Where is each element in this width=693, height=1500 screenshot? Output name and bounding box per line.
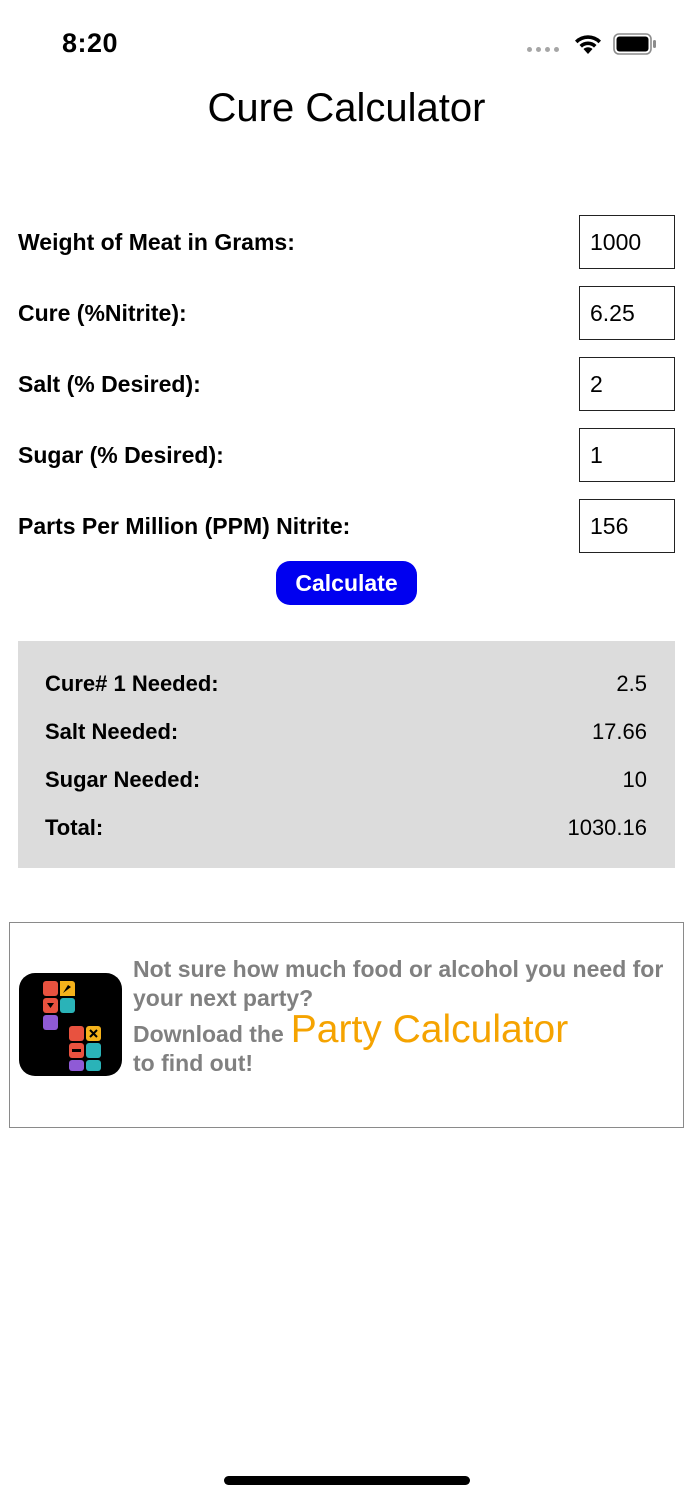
page-title: Cure Calculator xyxy=(207,86,486,130)
ppm-input[interactable] xyxy=(579,499,675,553)
wifi-icon xyxy=(575,35,601,54)
screen: 8:20 Cure Calculator Weight of Meat in G… xyxy=(0,0,693,1500)
calculate-button[interactable]: Calculate xyxy=(276,561,417,605)
ad-line2: Download the Party Calculator xyxy=(133,1010,683,1049)
result-value: 10 xyxy=(622,767,647,792)
cure-row: Cure (%Nitrite): xyxy=(18,286,675,340)
sugar-row: Sugar (% Desired): xyxy=(18,428,675,482)
cure-label: Cure (%Nitrite): xyxy=(18,300,187,326)
ad-line3: to find out! xyxy=(133,1050,254,1076)
result-value: 17.66 xyxy=(591,719,647,744)
result-row-cure: Cure# 1 Needed: 2.5 xyxy=(45,671,647,701)
result-value: 2.5 xyxy=(616,671,647,696)
party-calculator-app-icon[interactable] xyxy=(19,973,122,1076)
home-indicator[interactable] xyxy=(224,1476,470,1485)
ad-text: Not sure how much food or alcohol you ne… xyxy=(133,955,683,1078)
weight-input[interactable] xyxy=(579,215,675,269)
ppm-label: Parts Per Million (PPM) Nitrite: xyxy=(18,513,351,539)
ad-line2-prefix: Download the xyxy=(133,1021,284,1047)
status-time: 8:20 xyxy=(62,28,119,58)
result-label: Cure# 1 Needed: xyxy=(45,671,219,696)
result-value: 1030.16 xyxy=(567,815,647,840)
cure-input[interactable] xyxy=(579,286,675,340)
weight-row: Weight of Meat in Grams: xyxy=(18,215,675,269)
sugar-label: Sugar (% Desired): xyxy=(18,442,224,468)
result-label: Total: xyxy=(45,815,104,840)
result-row-sugar: Sugar Needed: 10 xyxy=(45,767,647,797)
party-calculator-link[interactable]: Party Calculator xyxy=(291,1010,568,1049)
party-calculator-ad[interactable]: Not sure how much food or alcohol you ne… xyxy=(9,922,684,1128)
result-label: Salt Needed: xyxy=(45,719,179,744)
cellular-signal-icon xyxy=(527,37,559,52)
result-label: Sugar Needed: xyxy=(45,767,201,792)
results-panel: Cure# 1 Needed: 2.5 Salt Needed: 17.66 S… xyxy=(18,641,675,868)
result-row-salt: Salt Needed: 17.66 xyxy=(45,719,647,749)
battery-icon xyxy=(613,33,656,55)
result-row-total: Total: 1030.16 xyxy=(45,815,647,845)
salt-row: Salt (% Desired): xyxy=(18,357,675,411)
weight-label: Weight of Meat in Grams: xyxy=(18,229,295,255)
app-icon-art xyxy=(43,981,101,1071)
status-icons xyxy=(527,32,657,56)
ad-line1: Not sure how much food or alcohol you ne… xyxy=(133,956,664,1011)
ppm-row: Parts Per Million (PPM) Nitrite: xyxy=(18,499,675,553)
sugar-input[interactable] xyxy=(579,428,675,482)
status-bar: 8:20 xyxy=(0,0,693,88)
salt-input[interactable] xyxy=(579,357,675,411)
salt-label: Salt (% Desired): xyxy=(18,371,201,397)
